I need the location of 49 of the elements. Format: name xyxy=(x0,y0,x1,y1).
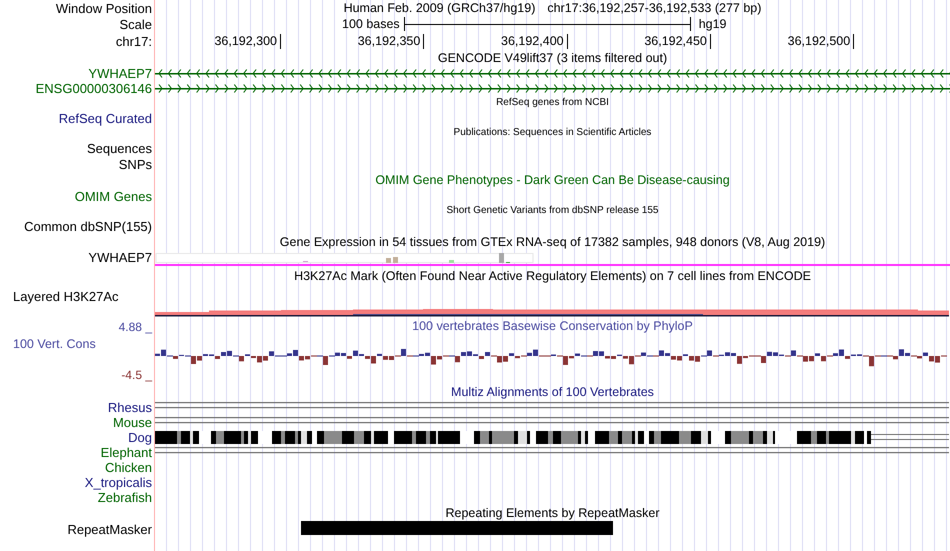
ruler-tick xyxy=(710,34,711,48)
gene-drawing[interactable] xyxy=(155,69,950,78)
track-label[interactable]: YWHAEP7 xyxy=(88,67,152,80)
track-title: GENCODE V49lift37 (3 items filtered out) xyxy=(438,52,668,64)
track-title: Short Genetic Variants from dbSNP release 155 xyxy=(446,206,658,216)
track-title: H3K27Ac Mark (Often Found Near Active Regulatory Elements) on 7 cell lines from ENCODE xyxy=(294,270,811,282)
track-label[interactable]: 100 Vert. Cons xyxy=(0,338,154,350)
scale-text: 100 bases xyxy=(342,18,400,30)
ruler-tick xyxy=(566,34,568,48)
axis-min-label: -4.5 _ xyxy=(121,369,154,381)
ruler-tick xyxy=(280,34,281,48)
ruler-tick xyxy=(423,34,424,48)
row-label: chr17: xyxy=(116,34,152,48)
tick-label: 36,192,450 xyxy=(644,34,707,48)
track-label[interactable]: Common dbSNP(155) xyxy=(24,220,152,232)
tick-label: 36,192,300 xyxy=(214,34,277,48)
track-label[interactable]: Dog xyxy=(128,431,152,444)
assembly-label: hg19 xyxy=(698,18,726,30)
track-title: Multiz Alignments of 100 Vertebrates xyxy=(451,386,654,398)
track-label[interactable]: Chicken xyxy=(105,461,152,474)
track-label[interactable]: Layered H3K27Ac xyxy=(13,290,119,303)
position-text: chr17:36,192,257-36,192,533 (277 bp) xyxy=(547,2,762,14)
track-label[interactable]: Elephant xyxy=(100,446,152,459)
track-title: Gene Expression in 54 tissues from GTEx RNA-seq of 17382 samples, 948 donors (V8, Aug 2019) xyxy=(280,236,826,248)
track-label[interactable]: Zebrafish xyxy=(98,491,152,504)
track-label[interactable]: YWHAEP7 xyxy=(88,251,152,264)
track-title: Repeating Elements by RepeatMasker xyxy=(445,506,660,520)
tick-label: 36,192,500 xyxy=(788,34,850,48)
gene-drawing[interactable] xyxy=(155,84,950,93)
track-title: 100 vertebrates Basewise Conservation by PhyloP xyxy=(412,320,693,332)
track-label[interactable]: Rhesus xyxy=(108,401,152,414)
track-label[interactable]: ENSG00000306146 xyxy=(36,82,152,95)
track-label[interactable]: X_tropicalis xyxy=(84,476,152,489)
track-label[interactable]: RefSeq Curated xyxy=(58,112,152,124)
row-label: Scale xyxy=(119,18,152,30)
row-label: Window Position xyxy=(56,2,152,14)
track-label[interactable]: RepeatMasker xyxy=(67,522,152,536)
track-label[interactable]: OMIM Genes xyxy=(74,190,152,202)
assembly-title: Human Feb. 2009 (GRCh37/hg19) xyxy=(344,2,536,14)
ruler-tick xyxy=(853,34,854,48)
track-label[interactable]: Sequences xyxy=(86,142,152,154)
track-title: RefSeq genes from NCBI xyxy=(496,98,609,108)
axis-max-label: 4.88 _ xyxy=(118,321,154,333)
tick-label: 36,192,400 xyxy=(501,34,564,48)
tick-label: 36,192,350 xyxy=(358,34,420,48)
track-label[interactable]: Mouse xyxy=(112,416,152,429)
track-title: Publications: Sequences in Scientific Articles xyxy=(454,128,652,138)
track-label[interactable]: SNPs xyxy=(118,158,152,170)
track-title: OMIM Gene Phenotypes - Dark Green Can Be Disease-causing xyxy=(375,174,730,186)
